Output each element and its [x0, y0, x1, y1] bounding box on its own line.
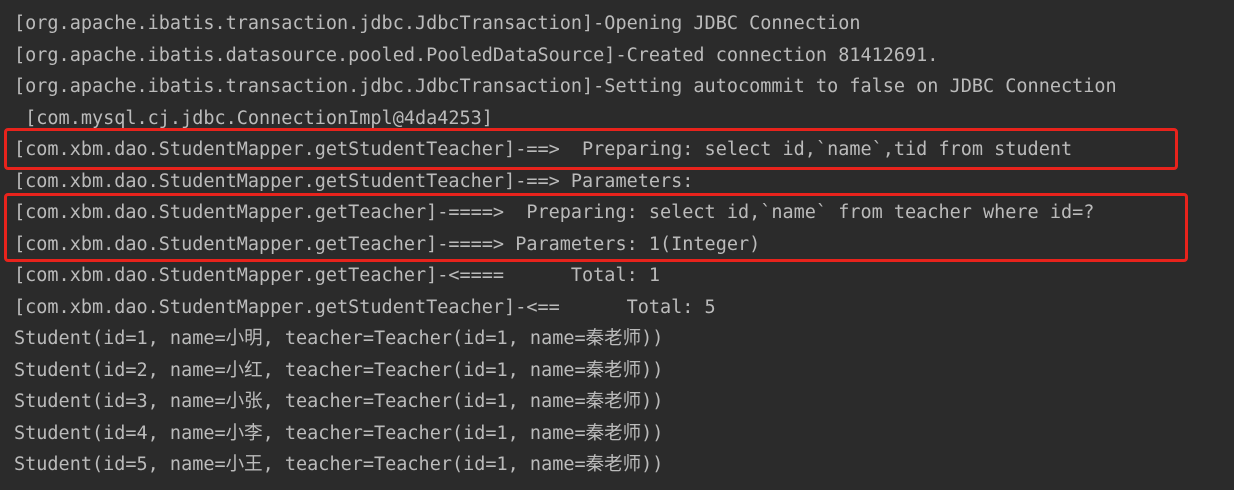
- console-line-result: Student(id=4, name=小李, teacher=Teacher(i…: [14, 423, 664, 444]
- console-line-sql-total: [com.xbm.dao.StudentMapper.getStudentTea…: [14, 297, 716, 318]
- console-line-result: Student(id=3, name=小张, teacher=Teacher(i…: [14, 391, 664, 412]
- console-line: [org.apache.ibatis.datasource.pooled.Poo…: [14, 45, 939, 66]
- console-line-result: Student(id=5, name=小王, teacher=Teacher(i…: [14, 454, 664, 475]
- console-line: [org.apache.ibatis.transaction.jdbc.Jdbc…: [14, 13, 861, 34]
- console-line-sql-parameters: [com.xbm.dao.StudentMapper.getStudentTea…: [14, 171, 705, 192]
- console-line-result: Student(id=1, name=小明, teacher=Teacher(i…: [14, 328, 664, 349]
- highlight-box-student-query: [4, 128, 1178, 170]
- console-line-sql-total: [com.xbm.dao.StudentMapper.getTeacher]-<…: [14, 265, 661, 286]
- console-line-result: Student(id=2, name=小红, teacher=Teacher(i…: [14, 360, 664, 381]
- highlight-box-teacher-query: [4, 193, 1188, 262]
- console-output[interactable]: [org.apache.ibatis.transaction.jdbc.Jdbc…: [0, 0, 1234, 490]
- console-line: [org.apache.ibatis.transaction.jdbc.Jdbc…: [14, 76, 1117, 97]
